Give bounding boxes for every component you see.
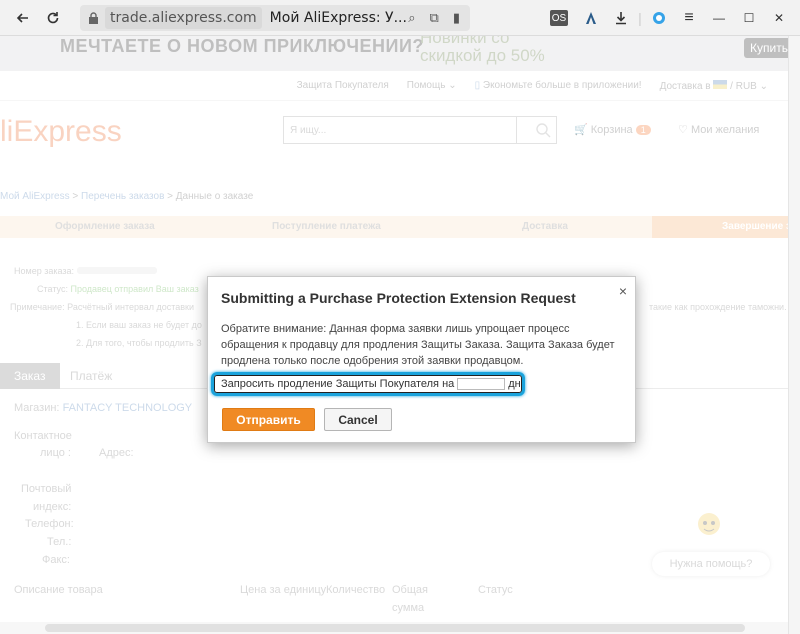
separator: | (638, 10, 642, 26)
extension-request-dialog: Submitting a Purchase Protection Extensi… (207, 276, 636, 443)
minimize-icon[interactable]: — (704, 3, 734, 33)
alice-icon[interactable] (576, 3, 606, 33)
close-icon[interactable]: × (619, 283, 627, 299)
maximize-icon[interactable]: ☐ (734, 3, 764, 33)
extension-bubble-icon[interactable] (644, 3, 674, 33)
extension-field-highlight: Запросить продление Защиты Покупателя на… (211, 372, 525, 396)
menu-icon[interactable]: ≡ (674, 3, 704, 33)
browser-extensions: OS | ≡ — ☐ ✕ (542, 0, 800, 36)
bookmark-icon[interactable]: ▮ (453, 10, 460, 26)
search-page-icon[interactable]: ⌕ (408, 10, 415, 26)
back-icon[interactable] (8, 3, 38, 33)
vertical-scrollbar[interactable] (788, 36, 800, 634)
tab-title: Мой AliExpress: У... (269, 9, 407, 26)
download-icon[interactable] (606, 3, 636, 33)
submit-button[interactable]: Отправить (222, 408, 315, 431)
address-domain[interactable]: trade.aliexpress.com (105, 6, 262, 29)
extension-os-icon[interactable]: OS (550, 10, 568, 26)
extension-days-row: Запросить продление Защиты Покупателя на… (214, 375, 522, 393)
extension-field-label: Запросить продление Защиты Покупателя на (221, 378, 455, 390)
close-window-icon[interactable]: ✕ (764, 3, 794, 33)
dialog-title: Submitting a Purchase Protection Extensi… (221, 290, 576, 306)
extension-days-input[interactable] (457, 378, 506, 390)
days-suffix: дн (508, 378, 521, 390)
dialog-note: Обратите внимание: Данная форма заявки л… (221, 323, 615, 367)
reload-icon[interactable] (38, 3, 68, 33)
address-bar[interactable]: trade.aliexpress.com Мой AliExpress: У..… (80, 4, 470, 31)
cancel-button[interactable]: Cancel (324, 408, 392, 431)
translate-icon[interactable]: ⧉ (430, 10, 439, 26)
lock-icon (89, 11, 98, 24)
